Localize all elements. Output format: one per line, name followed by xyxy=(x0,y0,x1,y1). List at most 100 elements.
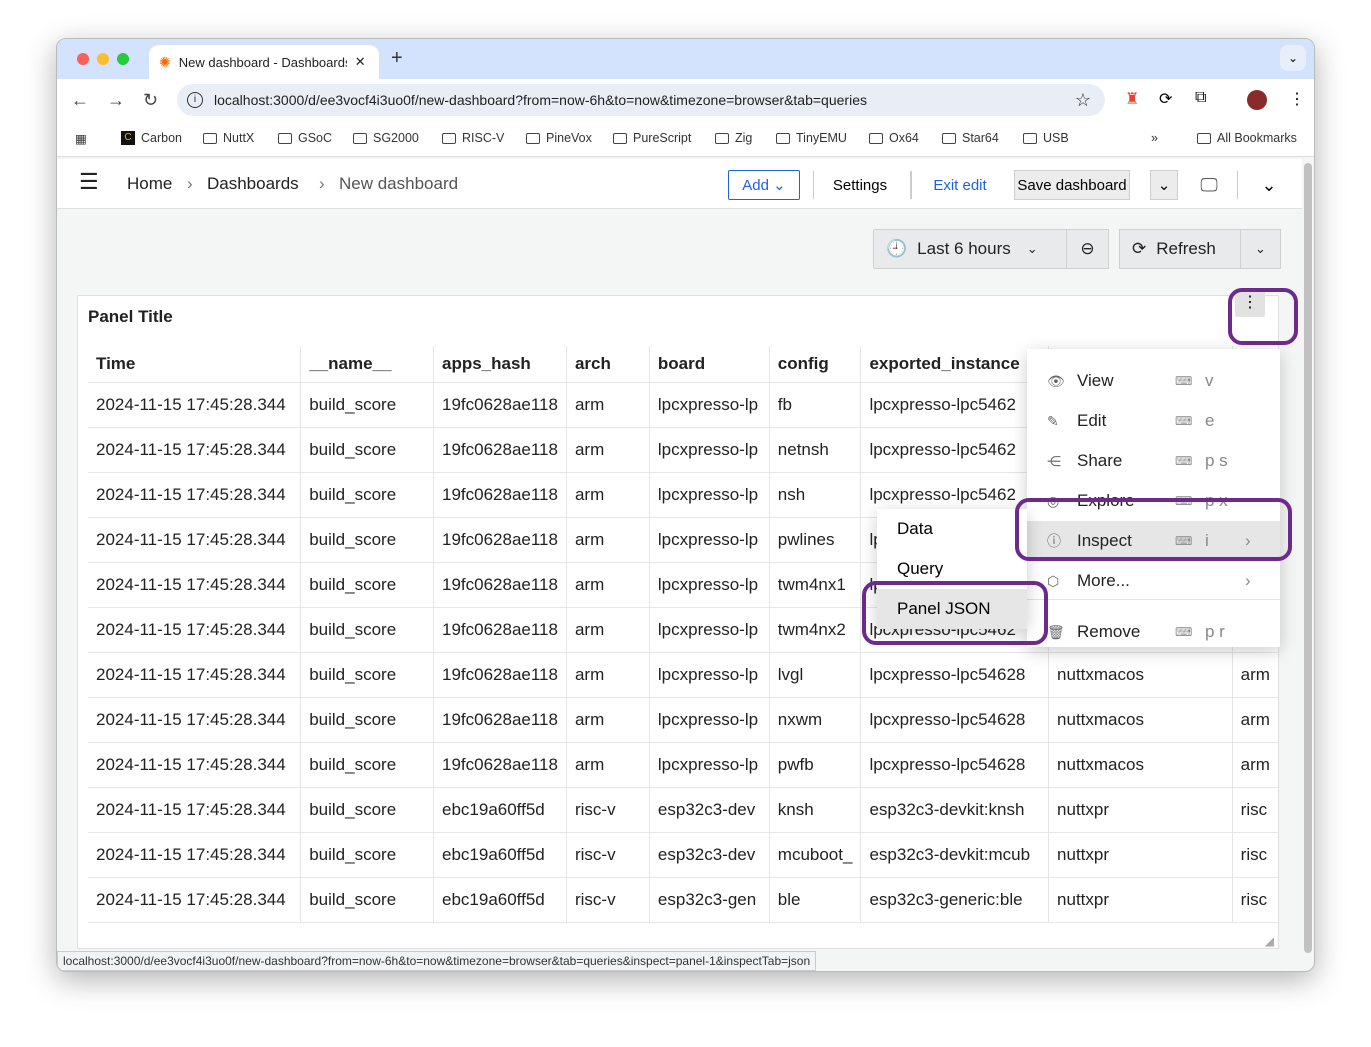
table-cell: netnsh xyxy=(769,427,862,473)
table-cell: lpcxpresso-lp xyxy=(649,607,770,653)
breadcrumb-home[interactable]: Home xyxy=(127,174,172,194)
add-button[interactable]: Add ⌄ xyxy=(728,170,800,200)
extension-icon[interactable]: ♜ xyxy=(1125,89,1139,109)
hamburger-menu-icon[interactable]: ☰ xyxy=(79,169,99,195)
folder-icon xyxy=(942,132,956,144)
column-header[interactable]: board xyxy=(649,346,770,383)
browser-tab[interactable]: ✺ New dashboard - Dashboards ✕ xyxy=(149,45,379,79)
table-cell: arm xyxy=(566,382,650,428)
table-cell: 19fc0628ae118 xyxy=(433,607,567,653)
bookmark-pinevox[interactable]: PineVox xyxy=(526,131,592,145)
bookmark-star64[interactable]: Star64 xyxy=(942,131,999,145)
tab-search-button[interactable]: ⌄ xyxy=(1280,45,1306,71)
table-row: 2024-11-15 17:45:28.344 build_score 19fc06… xyxy=(88,652,1278,698)
folder-icon xyxy=(613,132,627,144)
url-input[interactable]: i localhost:3000/d/ee3vocf4i3uo0f/new-da… xyxy=(177,84,1105,116)
column-header[interactable]: __name__ xyxy=(300,346,434,383)
reload-button[interactable]: ↻ xyxy=(143,90,158,111)
breadcrumb-dashboards[interactable]: Dashboards xyxy=(207,174,299,194)
menu-item-remove[interactable]: 🗑 Remove ⌨ p r xyxy=(1027,612,1280,652)
table-cell: 2024-11-15 17:45:28.344 xyxy=(88,427,302,473)
grafana-icon: ✺ xyxy=(159,53,171,70)
menu-item-edit[interactable]: ✎ Edit ⌨ e xyxy=(1027,401,1280,441)
refresh-button[interactable]: ⟳ Refresh xyxy=(1119,229,1241,269)
resize-handle-icon[interactable]: ◢ xyxy=(1265,934,1274,948)
table-cell: 2024-11-15 17:45:28.344 xyxy=(88,742,302,788)
new-tab-button[interactable]: + xyxy=(391,47,403,70)
table-cell: ebc19a60ff5d xyxy=(433,787,567,833)
kiosk-mode-icon[interactable]: 🖵 xyxy=(1197,171,1221,199)
table-cell: esp32c3-devkit:mcub xyxy=(860,832,1050,878)
table-row: 2024-11-15 17:45:28.344 build_score ebc19a… xyxy=(88,787,1278,833)
keyboard-icon: ⌨ xyxy=(1175,454,1193,468)
close-tab-icon[interactable]: ✕ xyxy=(355,54,366,70)
table-cell: 19fc0628ae118 xyxy=(433,562,567,608)
menu-item-share[interactable]: ⋲ Share ⌨ p s xyxy=(1027,441,1280,481)
bookmark-nuttx[interactable]: NuttX xyxy=(203,131,254,145)
browser-menu-icon[interactable]: ⋮ xyxy=(1289,89,1305,109)
bookmark-gsoc[interactable]: GSoC xyxy=(278,131,332,145)
table-cell: lpcxpresso-lpc5462 xyxy=(860,427,1050,473)
table-cell: build_score xyxy=(300,877,434,923)
table-cell: lpcxpresso-lp xyxy=(649,652,770,698)
forward-button[interactable]: → xyxy=(107,90,125,111)
column-header[interactable]: Time xyxy=(88,346,302,383)
bookmark-sg2000[interactable]: SG2000 xyxy=(353,131,419,145)
bookmark-label: GSoC xyxy=(298,131,333,145)
time-range-picker[interactable]: 🕘 Last 6 hours ⌄ xyxy=(873,229,1067,269)
browser-window: ✺ New dashboard - Dashboards ✕ + ⌄ ← → ↻… xyxy=(56,38,1315,972)
table-cell: arm xyxy=(566,472,650,518)
bookmark-tinyemu[interactable]: TinyEMU xyxy=(776,131,847,145)
site-info-icon[interactable]: i xyxy=(187,92,203,108)
zoom-out-icon: ⊖ xyxy=(1080,239,1095,258)
extensions-puzzle-icon[interactable]: ⧉ xyxy=(1195,89,1206,107)
column-header[interactable]: config xyxy=(769,346,862,383)
zoom-out-button[interactable]: ⊖ xyxy=(1066,229,1109,269)
column-header[interactable]: exported_instance xyxy=(860,346,1050,383)
table-cell: 2024-11-15 17:45:28.344 xyxy=(88,517,302,563)
menu-item-more[interactable]: ⬡ More... › xyxy=(1027,561,1280,601)
refresh-interval-button[interactable]: ⌄ xyxy=(1240,229,1281,269)
save-options-button[interactable]: ⌄ xyxy=(1150,170,1178,200)
sync-extension-icon[interactable]: ⟳ xyxy=(1159,89,1172,109)
menu-item-label: Edit xyxy=(1077,411,1107,430)
menu-item-shortcut: v xyxy=(1205,371,1214,390)
bookmark-carbon[interactable]: C Carbon xyxy=(121,131,182,145)
column-header[interactable]: arch xyxy=(566,346,650,383)
bookmark-star-icon[interactable]: ☆ xyxy=(1075,84,1091,116)
bookmark-zig[interactable]: Zig xyxy=(715,131,752,145)
maximize-window-button[interactable] xyxy=(117,53,129,65)
breadcrumb-separator: › xyxy=(319,174,325,193)
submenu-item-data[interactable]: Data xyxy=(877,509,1027,549)
table-cell: build_score xyxy=(300,832,434,878)
table-cell: 19fc0628ae118 xyxy=(433,742,567,788)
menu-item-view[interactable]: 👁 View ⌨ v xyxy=(1027,361,1280,401)
table-cell: lvgl xyxy=(769,652,862,698)
settings-button[interactable]: Settings xyxy=(825,170,895,200)
table-cell: arm xyxy=(566,517,650,563)
table-cell: build_score xyxy=(300,697,434,743)
collapse-header-button[interactable]: ⌄ xyxy=(1257,171,1281,199)
table-cell: arm xyxy=(566,427,650,473)
table-cell: 2024-11-15 17:45:28.344 xyxy=(88,382,302,428)
bookmark-ox64[interactable]: Ox64 xyxy=(869,131,919,145)
bookmark-risc-v[interactable]: RISC-V xyxy=(442,131,504,145)
carbon-icon: C xyxy=(121,131,135,145)
more-bookmarks-button[interactable]: » xyxy=(1151,131,1158,145)
bookmark-usb[interactable]: USB xyxy=(1023,131,1069,145)
back-button[interactable]: ← xyxy=(71,90,89,111)
all-bookmarks[interactable]: All Bookmarks xyxy=(1197,131,1297,145)
refresh-label: Refresh xyxy=(1156,239,1216,258)
profile-avatar[interactable] xyxy=(1247,90,1267,110)
bookmark-purescript[interactable]: PureScript xyxy=(613,131,691,145)
page-scrollbar[interactable] xyxy=(1304,163,1312,953)
close-window-button[interactable] xyxy=(77,53,89,65)
apps-grid-icon[interactable]: ▦ xyxy=(75,131,87,146)
exit-edit-button[interactable]: Exit edit xyxy=(923,170,997,200)
table-cell: pwlines xyxy=(769,517,862,563)
keyboard-icon: ⌨ xyxy=(1175,374,1193,388)
table-cell: lpcxpresso-lp xyxy=(649,427,770,473)
save-dashboard-button[interactable]: Save dashboard xyxy=(1014,170,1130,200)
column-header[interactable]: apps_hash xyxy=(433,346,567,383)
minimize-window-button[interactable] xyxy=(97,53,109,65)
